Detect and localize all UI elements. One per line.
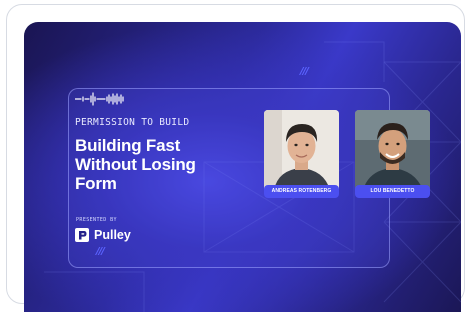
audio-wave-icon [75,92,124,106]
event-title-line-1: Building Fast [75,136,181,155]
speaker-name-1: ANDREAS ROTENBERG [264,185,339,198]
speaker-card-1: ANDREAS ROTENBERG [264,110,339,198]
presented-by-label: PRESENTED BY [76,217,117,223]
event-title-line-2: Without Losing [75,155,196,174]
sponsor-name: Pulley [94,228,131,242]
sponsor-brand: Pulley [75,227,131,243]
pulley-logo-icon [75,228,89,242]
speaker-photo [355,110,430,190]
event-title-line-3: Form [75,174,117,193]
webinar-banner[interactable]: /// /// PERMISSION TO BUILD Building Fas… [24,22,461,312]
series-label: PERMISSION TO BUILD [75,117,190,128]
slash-decoration-top: /// [300,66,309,77]
slash-decoration-bottom: /// [96,246,105,257]
event-title: Building Fast Without Losing Form [75,136,245,193]
speaker-card-2: LOU BENEDETTO [355,110,430,198]
speaker-photo [264,110,339,190]
promo-card: /// /// PERMISSION TO BUILD Building Fas… [6,4,465,312]
speaker-name-2: LOU BENEDETTO [355,185,430,198]
